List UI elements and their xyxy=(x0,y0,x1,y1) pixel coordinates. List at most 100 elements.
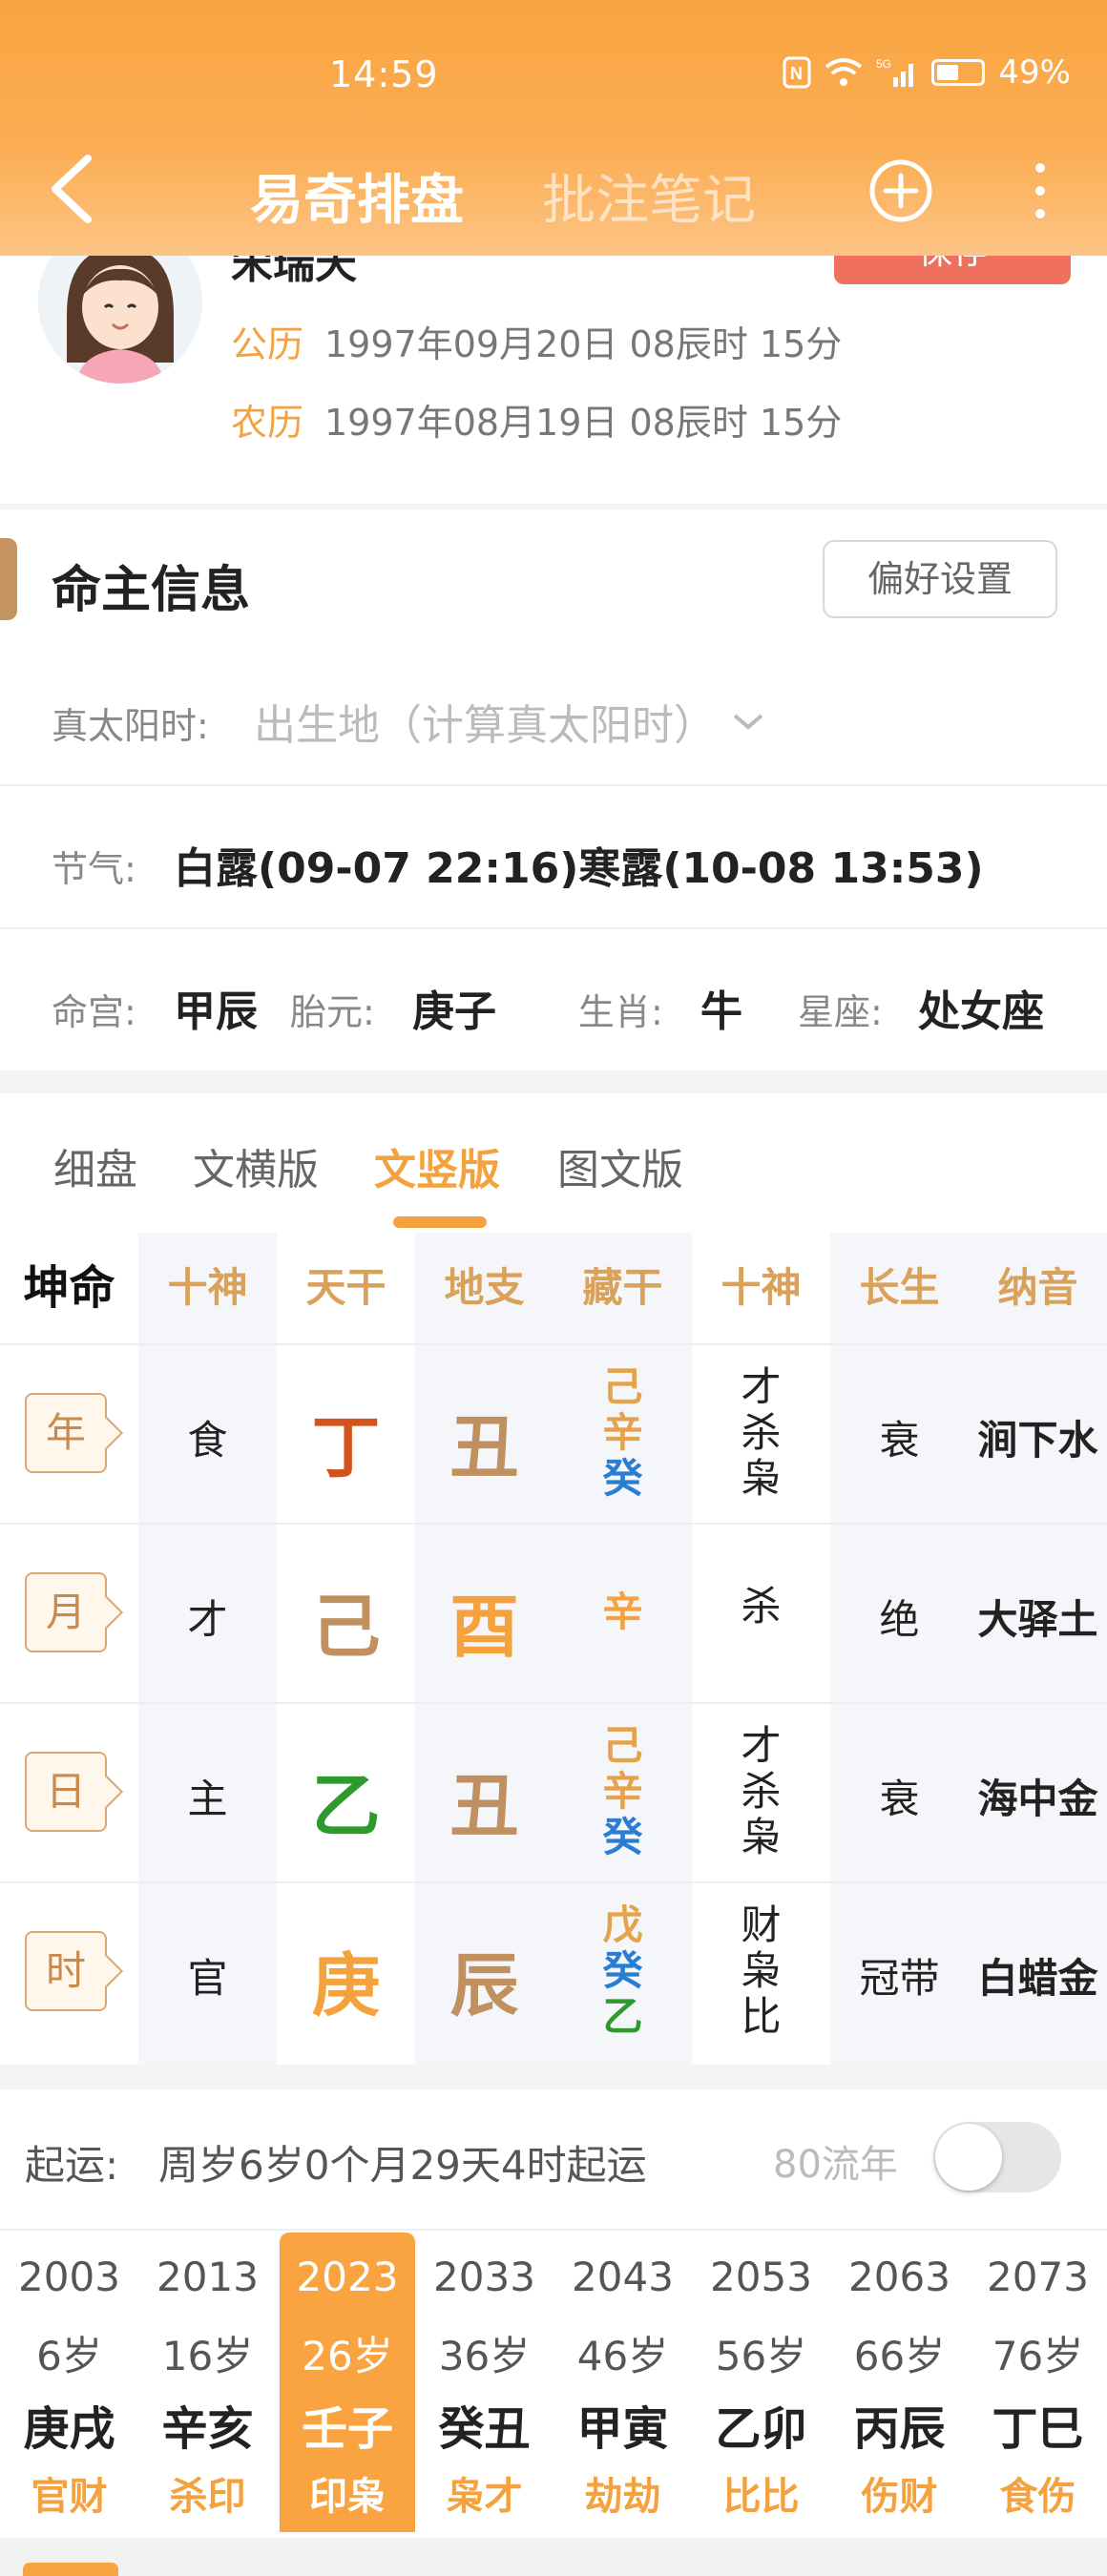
section-accent xyxy=(0,538,17,620)
header-nayin: 纳音 xyxy=(997,1264,1078,1311)
dayun-age: 26岁 xyxy=(302,2333,393,2379)
cang-shishen-char: 杀 xyxy=(741,1409,782,1456)
pillar-month-tag[interactable]: 月 xyxy=(25,1572,107,1652)
canggan-char: 戊 xyxy=(602,1901,643,1948)
dayun-year: 2013 xyxy=(157,2254,259,2300)
pillar-day-tag[interactable]: 日 xyxy=(25,1752,107,1832)
pillar-hour-tag[interactable]: 时 xyxy=(25,1931,107,2011)
tab-indicator xyxy=(393,1216,487,1228)
shengxiao-label: 生肖: xyxy=(578,991,663,1033)
more-vertical-icon[interactable] xyxy=(1021,158,1059,223)
plus-circle-icon[interactable] xyxy=(868,158,933,223)
tab-xipan[interactable]: 细盘 xyxy=(53,1135,137,1196)
dayun-ganzhi: 辛亥 xyxy=(161,2402,254,2456)
canggan-char: 辛 xyxy=(602,1409,643,1456)
dayun-age: 56岁 xyxy=(715,2333,807,2379)
lunar-date: 1997年08月19日 08辰时 15分 xyxy=(324,402,843,444)
cang-shishen-char: 枭 xyxy=(741,1814,782,1860)
cang-shishen-stack: 才 杀 枭 xyxy=(692,1723,830,1860)
dayun-item[interactable]: 2053 56岁 乙卯 比比 xyxy=(692,2233,830,2532)
page: 宋瑞天 保存 公历 1997年09月20日 08辰时 15分 农历 1997年0… xyxy=(0,0,1107,2576)
liunian-toggle[interactable] xyxy=(933,2122,1061,2192)
minggong-label: 命宫: xyxy=(52,991,136,1033)
changsheng-cell: 冠带 xyxy=(859,1955,940,2002)
back-arrow-icon[interactable] xyxy=(46,153,103,225)
battery-icon xyxy=(931,59,986,86)
shishen-cell: 官 xyxy=(187,1955,228,2002)
canggan-char: 己 xyxy=(602,1722,643,1769)
svg-text:5G: 5G xyxy=(876,57,891,71)
dayun-item[interactable]: 2063 66岁 丙辰 伤财 xyxy=(830,2233,969,2532)
chevron-down-icon xyxy=(733,714,763,730)
signal-icon: 5G xyxy=(876,57,914,87)
dayun-item[interactable]: 2013 16岁 辛亥 杀印 xyxy=(138,2233,277,2532)
dizhi-cell: 酉 xyxy=(449,1587,519,1667)
dayun-shishen: 枭才 xyxy=(446,2475,523,2519)
header-dizhi: 地支 xyxy=(444,1264,525,1311)
dayun-shishen: 比比 xyxy=(722,2475,800,2519)
tab-notes[interactable]: 批注笔记 xyxy=(542,157,756,235)
dayun-ganzhi: 癸丑 xyxy=(438,2402,531,2456)
bottom-strip xyxy=(0,2538,1107,2576)
dayun-ganzhi: 丁巳 xyxy=(992,2402,1084,2456)
cang-shishen-char: 财 xyxy=(741,1901,782,1948)
canggan-stack: 己 辛 癸 xyxy=(554,1364,692,1502)
column-bg xyxy=(969,1233,1107,2065)
dayun-shishen: 杀印 xyxy=(169,2475,246,2519)
dayun-year: 2043 xyxy=(572,2254,674,2300)
tiangan-cell: 庚 xyxy=(311,1945,381,2025)
dayun-age: 6岁 xyxy=(36,2333,102,2379)
solar-date: 1997年09月20日 08辰时 15分 xyxy=(324,323,843,365)
cang-shishen-char: 杀 xyxy=(741,1768,782,1815)
solar-label: 公历 xyxy=(231,323,304,365)
dayun-shishen: 伤财 xyxy=(861,2475,938,2519)
cang-shishen-stack: 财 枭 比 xyxy=(692,1902,830,2040)
dayun-year: 2063 xyxy=(848,2254,950,2300)
dayun-year: 2073 xyxy=(987,2254,1089,2300)
dizhi-cell: 辰 xyxy=(449,1945,519,2025)
header-cang-shishen: 十神 xyxy=(721,1264,802,1311)
liunian-label: 80流年 xyxy=(773,2143,898,2187)
xingzuo-label: 星座: xyxy=(798,991,883,1033)
jieqi-label: 节气: xyxy=(52,848,136,890)
dayun-item[interactable]: 2043 46岁 甲寅 劫劫 xyxy=(554,2233,692,2532)
shishen-cell: 才 xyxy=(187,1596,228,1643)
dayun-year: 2023 xyxy=(296,2254,399,2300)
preferences-button[interactable]: 偏好设置 xyxy=(823,540,1057,618)
tiangan-cell: 己 xyxy=(311,1587,381,1667)
divider xyxy=(0,2229,1107,2231)
tab-tuwen[interactable]: 图文版 xyxy=(557,1135,683,1196)
section-title: 命主信息 xyxy=(52,562,251,619)
dayun-ganzhi: 甲寅 xyxy=(576,2402,669,2456)
status-icons: N 5G 49% xyxy=(783,53,1071,92)
dayun-ganzhi: 丙辰 xyxy=(853,2402,946,2456)
bottom-tab-indicator[interactable] xyxy=(23,2563,118,2576)
battery-level: 49% xyxy=(998,53,1071,92)
nayin-cell: 白蜡金 xyxy=(977,1955,1098,2002)
header-tiangan: 天干 xyxy=(305,1264,386,1311)
tab-wenshu[interactable]: 文竖版 xyxy=(374,1135,500,1196)
dayun-item-active[interactable]: 2023 26岁 壬子 印枭 xyxy=(280,2233,415,2532)
canggan-char: 癸 xyxy=(602,1947,643,1994)
dayun-item[interactable]: 2003 6岁 庚戌 官财 xyxy=(0,2233,138,2532)
nayin-cell: 涧下水 xyxy=(977,1417,1098,1464)
taiyuan-value: 庚子 xyxy=(412,987,496,1036)
shishen-cell: 食 xyxy=(187,1417,228,1464)
cang-shishen-char: 比 xyxy=(741,1993,782,2040)
true-solar-select[interactable]: 出生地（计算真太阳时） xyxy=(254,691,765,752)
divider xyxy=(0,1343,1107,1345)
column-bg xyxy=(138,1233,277,2065)
status-time: 14:59 xyxy=(329,53,439,95)
tiangan-cell: 丁 xyxy=(311,1407,381,1487)
column-bg xyxy=(830,1233,969,2065)
shishen-cell: 主 xyxy=(187,1776,228,1822)
tab-wenheng[interactable]: 文横版 xyxy=(193,1135,319,1196)
wifi-icon xyxy=(825,58,863,86)
divider xyxy=(0,784,1107,786)
cang-shishen-char: 枭 xyxy=(741,1947,782,1994)
dayun-item[interactable]: 2033 36岁 癸丑 枭才 xyxy=(415,2233,554,2532)
xingzuo-value: 处女座 xyxy=(918,987,1044,1036)
tab-paipan[interactable]: 易奇排盘 xyxy=(250,157,464,235)
dayun-item[interactable]: 2073 76岁 丁巳 食伤 xyxy=(969,2233,1107,2532)
pillar-year-tag[interactable]: 年 xyxy=(25,1393,107,1473)
